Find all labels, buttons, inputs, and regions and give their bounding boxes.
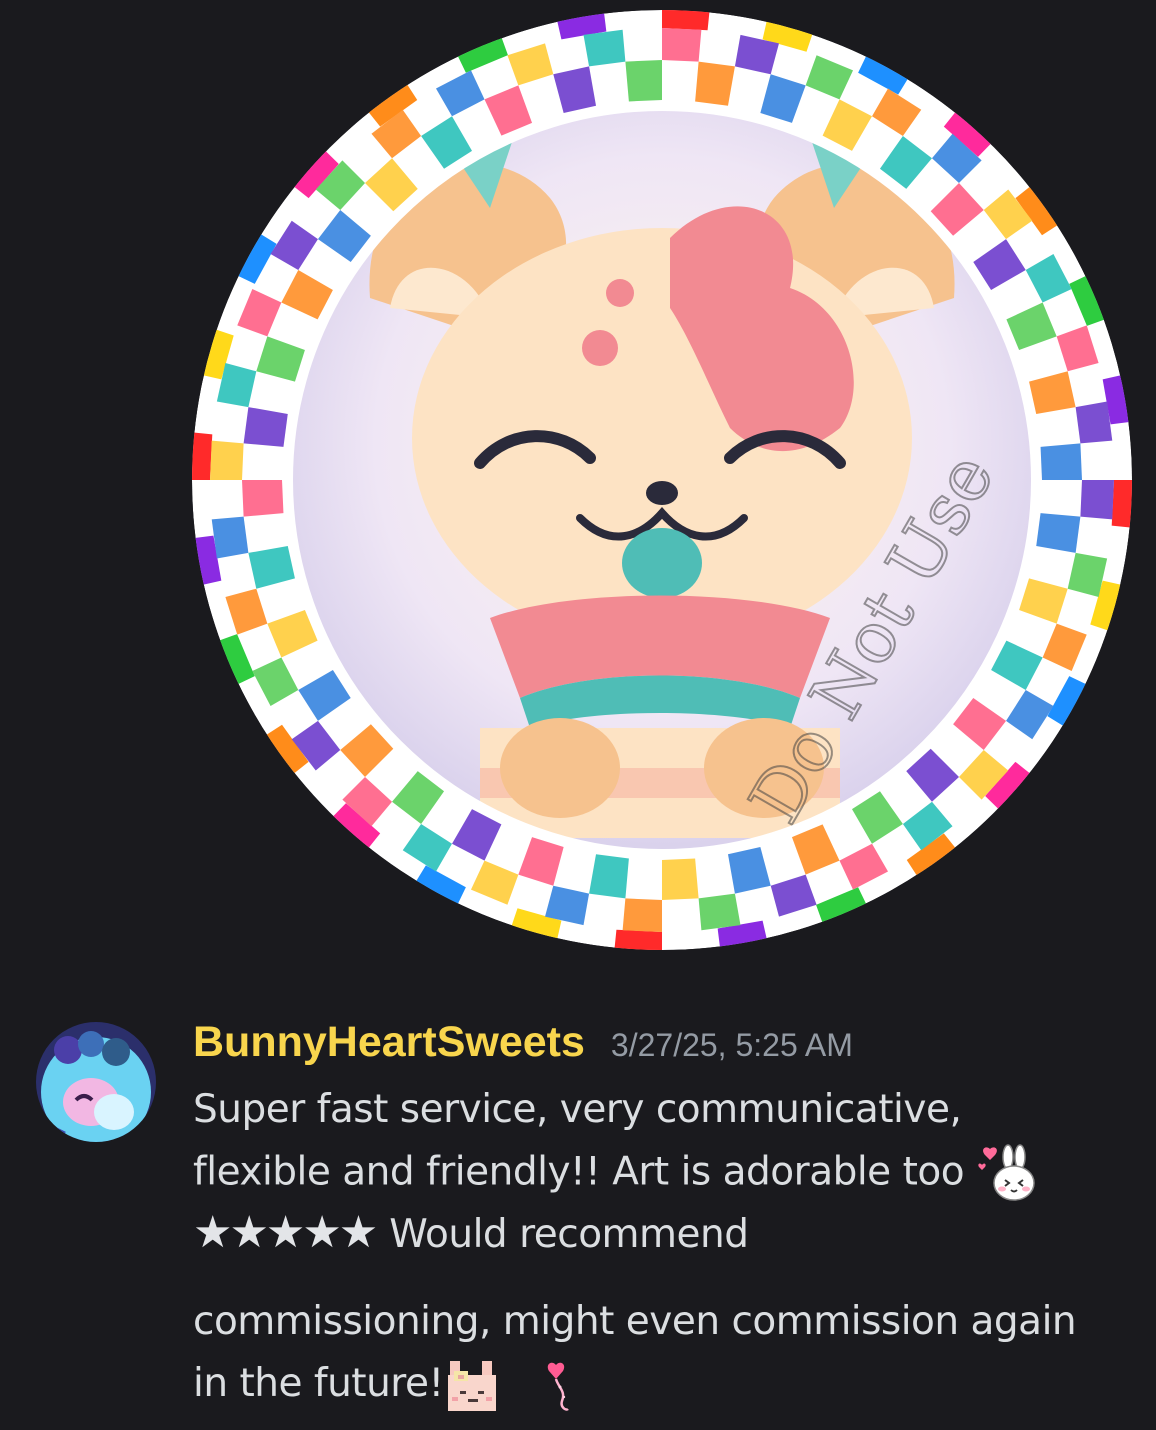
checker-tile: [242, 480, 284, 517]
checker-tile: [210, 440, 244, 480]
message-line: ★★★★★ Would recommend: [193, 1205, 749, 1261]
message-line: in the future!: [193, 1356, 600, 1412]
ring-segment: [1111, 480, 1132, 528]
author-avatar[interactable]: [36, 1022, 156, 1142]
checker-tile: [1080, 480, 1114, 520]
checker-tile: [662, 28, 702, 62]
message-timestamp[interactable]: 3/27/25, 5:25 AM: [611, 1027, 853, 1064]
author-username[interactable]: BunnyHeartSweets: [193, 1018, 585, 1067]
checker-tile: [1040, 443, 1082, 480]
checker-tile: [583, 29, 626, 67]
bunny-heart-emoji[interactable]: [978, 1143, 1040, 1205]
checker-tile: [211, 516, 249, 559]
message-line: Super fast service, very communicative,: [193, 1087, 962, 1132]
checker-tile: [695, 61, 735, 106]
pixel-bunny-emoji[interactable]: [444, 1357, 502, 1415]
ring-segment: [192, 432, 213, 480]
checker-tile: [662, 858, 699, 900]
message-line-text: in the future!: [193, 1361, 444, 1406]
ring-segment: [614, 929, 662, 950]
checker-tile: [589, 854, 629, 899]
message-line: commissioning, might even commission aga…: [193, 1299, 1077, 1344]
attachment-image-art: Do Not Use: [192, 10, 1132, 950]
attachment-image[interactable]: Do Not Use: [190, 8, 1134, 952]
checker-tile: [1075, 401, 1113, 444]
checker-tile: [243, 407, 288, 447]
checker-tile: [698, 893, 741, 931]
checker-tile: [625, 60, 662, 102]
checker-tile: [1036, 513, 1081, 553]
ring-segment: [662, 10, 710, 31]
message-header: BunnyHeartSweets 3/27/25, 5:25 AM: [193, 1018, 853, 1078]
message-line-text: Would recommend: [389, 1212, 749, 1257]
heart-balloon-emoji[interactable]: [542, 1357, 600, 1415]
message-line-text: flexible and friendly!! Art is adorable …: [193, 1149, 965, 1195]
rating-stars: ★★★★★: [193, 1207, 378, 1258]
checker-tile: [622, 898, 662, 932]
message-line: flexible and friendly!! Art is adorable …: [193, 1143, 1040, 1201]
